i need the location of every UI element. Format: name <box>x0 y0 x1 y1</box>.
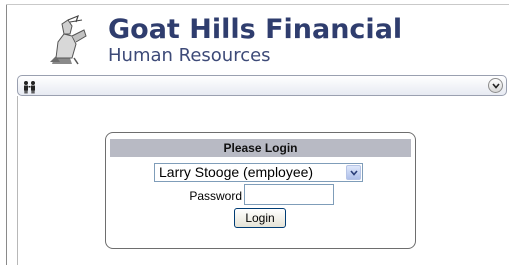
brand-subtitle: Human Resources <box>108 45 271 66</box>
login-heading: Please Login <box>110 139 411 157</box>
chevron-down-circle-icon[interactable] <box>488 78 503 93</box>
login-button[interactable]: Login <box>234 208 286 228</box>
people-icon[interactable] <box>22 79 38 94</box>
menu-bar <box>17 75 507 96</box>
login-panel: Please Login Larry Stooge (employee) Pas… <box>105 132 416 249</box>
user-select[interactable]: Larry Stooge (employee) <box>154 163 363 182</box>
user-select-value: Larry Stooge (employee) <box>159 164 314 180</box>
password-field[interactable] <box>244 184 334 205</box>
frame-border-top <box>6 4 509 5</box>
frame-border-left <box>6 4 7 265</box>
password-label: Password <box>189 189 242 203</box>
brand-title: Goat Hills Financial <box>108 14 403 45</box>
content-border-left <box>17 96 18 265</box>
goat-logo-icon <box>42 14 94 68</box>
chevron-down-icon[interactable] <box>346 165 361 180</box>
